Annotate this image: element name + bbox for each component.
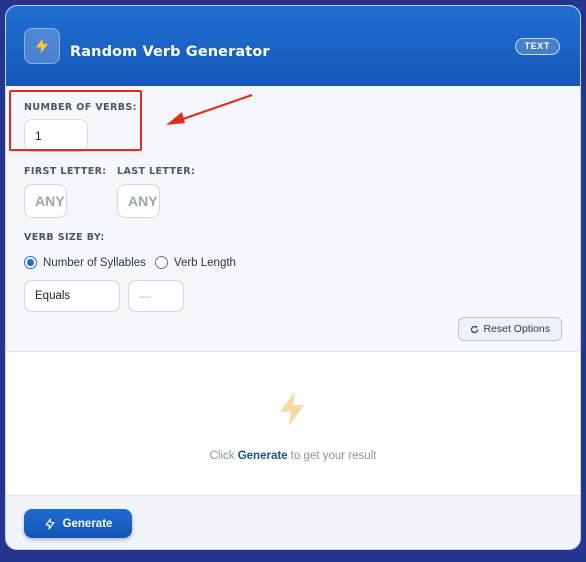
reset-label: Reset Options (483, 323, 550, 335)
generator-card: Random Verb Generator TEXT NUMBER OF VER… (5, 5, 581, 550)
comparison-select[interactable]: Equals (24, 280, 120, 312)
results-panel: Click Generate to get your result (6, 351, 580, 496)
refresh-icon (471, 325, 479, 333)
results-hint: Click Generate to get your result (6, 450, 580, 462)
hint-action: Generate (237, 450, 288, 462)
verb-size-options: Number of Syllables Verb Length (24, 256, 236, 269)
first-letter-label: FIRST LETTER: (24, 166, 107, 177)
last-letter-label: LAST LETTER: (117, 166, 196, 177)
last-letter-input[interactable]: ANY (117, 184, 160, 218)
first-letter-input[interactable]: ANY (24, 184, 67, 218)
bolt-icon (36, 38, 48, 54)
generate-button[interactable]: Generate (24, 509, 132, 538)
bolt-icon (280, 391, 304, 427)
header: Random Verb Generator TEXT (6, 6, 580, 86)
syllables-radio-label[interactable]: Number of Syllables (43, 257, 146, 269)
page-title: Random Verb Generator (70, 44, 270, 60)
verb-size-label: VERB SIZE BY: (24, 232, 105, 243)
hint-prefix: Click (209, 450, 235, 462)
type-badge: TEXT (514, 38, 560, 55)
length-radio[interactable] (154, 256, 168, 269)
footer: Generate (6, 496, 580, 549)
size-value-input[interactable]: — (128, 280, 184, 312)
syllables-radio[interactable] (24, 256, 37, 269)
logo (24, 28, 60, 64)
bolt-icon (45, 517, 55, 530)
annotation-arrow (166, 93, 253, 125)
generate-label: Generate (62, 517, 113, 530)
reset-options-button[interactable]: Reset Options (458, 317, 562, 341)
length-radio-label[interactable]: Verb Length (174, 257, 236, 269)
hint-suffix: to get your result (290, 450, 377, 462)
highlight-box (9, 90, 142, 151)
